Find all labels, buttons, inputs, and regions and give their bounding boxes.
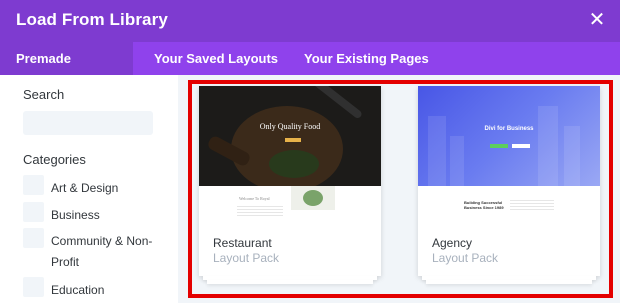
highlight-box bbox=[188, 80, 613, 298]
category-checkbox[interactable] bbox=[23, 277, 44, 297]
category-label: Art & Design bbox=[51, 181, 119, 195]
category-label: Community & Non- bbox=[51, 234, 153, 248]
search-input[interactable] bbox=[23, 111, 153, 135]
tab-premade-layouts[interactable]: Premade Layouts bbox=[0, 42, 133, 99]
category-label: Business bbox=[51, 208, 100, 222]
category-checkbox[interactable] bbox=[23, 175, 44, 195]
load-from-library-modal: Load From Library ✕ Premade Layouts Your… bbox=[0, 0, 620, 303]
category-label-continued: Profit bbox=[51, 255, 80, 269]
categories-heading: Categories bbox=[23, 152, 86, 167]
category-label: Education bbox=[51, 283, 105, 297]
search-heading: Search bbox=[23, 87, 65, 102]
tab-your-saved-layouts[interactable]: Your Saved Layouts bbox=[138, 42, 294, 75]
filter-sidebar: Search Categories Art & Design Business … bbox=[0, 75, 178, 303]
category-checkbox[interactable] bbox=[23, 228, 44, 248]
close-icon[interactable]: ✕ bbox=[586, 9, 608, 31]
category-checkbox[interactable] bbox=[23, 202, 44, 222]
modal-header: Load From Library ✕ bbox=[0, 0, 620, 42]
tab-bar: Premade Layouts Your Saved Layouts Your … bbox=[0, 42, 620, 99]
modal-title: Load From Library bbox=[16, 10, 168, 29]
tab-your-existing-pages[interactable]: Your Existing Pages bbox=[288, 42, 445, 75]
